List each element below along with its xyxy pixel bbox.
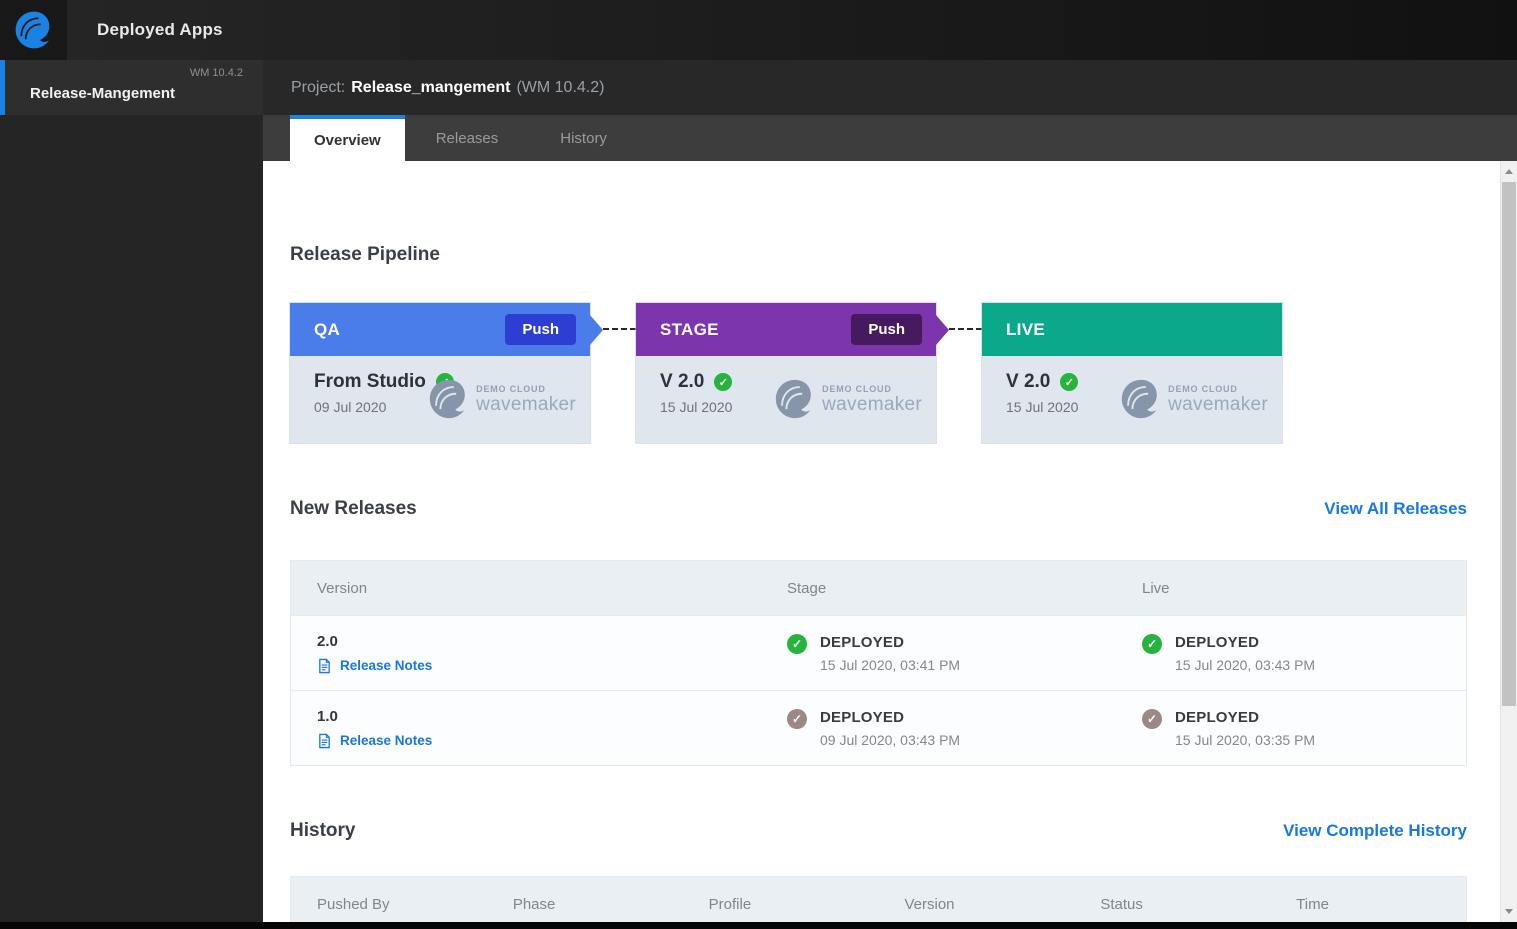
brand-wavemaker: wavemaker [476, 394, 576, 415]
stage-arrow-icon [936, 314, 949, 345]
sidebar: WM 10.4.2 Release-Mangement [0, 60, 263, 922]
sidebar-app-name: Release-Mangement [30, 85, 176, 102]
pipeline-stage-live: LIVE V 2.0 15 Jul 2020 [982, 303, 1282, 443]
live-card-body: V 2.0 15 Jul 2020 DEMO CLOUD wavemaker [982, 356, 1282, 443]
history-heading: History [290, 820, 356, 841]
column-status: Status [1100, 895, 1143, 913]
release-notes-label: Release Notes [340, 658, 433, 673]
document-icon [319, 658, 330, 673]
tab-releases[interactable]: Releases [405, 115, 530, 161]
vertical-scrollbar[interactable] [1500, 161, 1517, 922]
qa-arrow-icon [590, 314, 603, 345]
wavemaker-cloud-logo-icon [1121, 379, 1157, 419]
stage-cloud-brand: DEMO CLOUD wavemaker [772, 376, 922, 422]
brand-demo-cloud: DEMO CLOUD [822, 384, 892, 394]
sidebar-app-version: WM 10.4.2 [189, 67, 243, 79]
scroll-down-arrow-icon[interactable] [1501, 903, 1517, 920]
history-table-header: Pushed By Phase Profile Version Status T… [291, 877, 1466, 922]
tab-overview[interactable]: Overview [290, 115, 405, 161]
top-bar: Deployed Apps [0, 0, 1517, 60]
column-time: Time [1296, 895, 1329, 913]
release-row-1.0: 1.0 Release Notes ✓ DEPLOYED 09 Jul 2020… [291, 690, 1466, 765]
scrollbar-thumb[interactable] [1502, 182, 1516, 706]
view-complete-history-link[interactable]: View Complete History [1283, 821, 1467, 841]
stage-status: DEPLOYED [820, 708, 905, 726]
column-profile: Profile [708, 895, 752, 913]
pipeline-stage-stage: STAGE Push V 2.0 15 Jul 2020 [636, 303, 949, 443]
qa-version-label: From Studio [314, 371, 426, 392]
stage-card-body: V 2.0 15 Jul 2020 DEMO CLOUD wavemaker [636, 356, 936, 443]
wavemaker-cloud-logo-icon [429, 379, 465, 419]
live-time: 15 Jul 2020, 03:35 PM [1175, 731, 1316, 748]
brand-demo-cloud: DEMO CLOUD [476, 384, 546, 394]
qa-card-header: QA Push [290, 303, 603, 356]
qa-push-button[interactable]: Push [505, 314, 576, 345]
view-all-releases-link[interactable]: View All Releases [1324, 499, 1467, 519]
stage-stage-name: STAGE [660, 319, 719, 339]
live-version-label: V 2.0 [1006, 371, 1051, 392]
live-status: DEPLOYED [1175, 708, 1260, 726]
new-releases-heading: New Releases [290, 498, 417, 519]
live-card-header: LIVE [982, 303, 1282, 356]
tab-history[interactable]: History [529, 115, 638, 161]
new-releases-table-header: Version Stage Live [291, 561, 1466, 615]
column-version: Version [317, 579, 368, 597]
live-cloud-brand: DEMO CLOUD wavemaker [1118, 376, 1268, 422]
wavemaker-cloud-logo-icon [775, 379, 811, 419]
deployed-apps-window: Deployed Apps WM 10.4.2 Release-Mangemen… [0, 0, 1517, 929]
scroll-up-arrow-icon[interactable] [1501, 163, 1517, 180]
wavemaker-logo[interactable] [0, 0, 67, 60]
live-deployed-check-icon [1142, 633, 1162, 654]
release-pipeline: QA Push From Studio 09 Jul 2020 [290, 303, 1467, 443]
stage-push-button[interactable]: Push [851, 314, 922, 345]
qa-stage-name: QA [314, 319, 341, 339]
history-table: Pushed By Phase Profile Version Status T… [290, 876, 1467, 922]
stage-deployed-check-icon [787, 708, 807, 729]
live-deployed-check-icon [1142, 708, 1162, 729]
bottom-edge-bar [0, 922, 1517, 929]
live-success-check-icon [1060, 373, 1079, 391]
project-header: Project: Release_mangement (WM 10.4.2) [263, 60, 1517, 115]
qa-cloud-brand: DEMO CLOUD wavemaker [426, 376, 576, 422]
column-version: Version [904, 895, 955, 913]
release-notes-label: Release Notes [340, 733, 433, 748]
project-version: (WM 10.4.2) [516, 78, 605, 96]
stage-deployed-check-icon [787, 633, 807, 654]
document-icon [319, 733, 330, 748]
wavemaker-logo-icon [15, 11, 49, 49]
project-label: Project: [291, 78, 346, 96]
live-time: 15 Jul 2020, 03:43 PM [1175, 656, 1316, 673]
live-status: DEPLOYED [1175, 633, 1260, 651]
release-notes-link[interactable]: Release Notes [317, 733, 761, 749]
column-pushed-by: Pushed By [317, 895, 390, 913]
column-stage: Stage [787, 579, 827, 597]
sidebar-item-release-management[interactable]: WM 10.4.2 Release-Mangement [0, 60, 263, 115]
stage-status: DEPLOYED [820, 633, 905, 651]
overview-content: Release Pipeline QA Push From Studio 09 … [263, 161, 1500, 922]
stage-card-header: STAGE Push [636, 303, 949, 356]
release-version: 2.0 [317, 632, 338, 650]
column-phase: Phase [512, 895, 556, 913]
column-live: Live [1142, 579, 1170, 597]
stage-time: 09 Jul 2020, 03:43 PM [820, 731, 961, 748]
stage-time: 15 Jul 2020, 03:41 PM [820, 656, 961, 673]
brand-demo-cloud: DEMO CLOUD [1168, 384, 1238, 394]
release-version: 1.0 [317, 707, 338, 725]
tab-bar: Overview Releases History [263, 115, 1517, 161]
page-title: Deployed Apps [97, 20, 223, 39]
project-name: Release_mangement [351, 78, 511, 96]
pipeline-stage-qa: QA Push From Studio 09 Jul 2020 [290, 303, 603, 443]
release-pipeline-heading: Release Pipeline [290, 244, 440, 265]
live-stage-name: LIVE [1006, 319, 1045, 339]
release-notes-link[interactable]: Release Notes [317, 658, 761, 674]
release-row-2.0: 2.0 Release Notes ✓ DEPLOYED 15 Jul 2020… [291, 615, 1466, 690]
stage-success-check-icon [714, 373, 733, 391]
qa-card-body: From Studio 09 Jul 2020 DEMO CLOUD wavem… [290, 356, 590, 443]
brand-wavemaker: wavemaker [1168, 394, 1268, 415]
brand-wavemaker: wavemaker [822, 394, 922, 415]
new-releases-table: Version Stage Live 2.0 Release Notes ✓ D… [290, 560, 1467, 766]
stage-version-label: V 2.0 [660, 371, 705, 392]
